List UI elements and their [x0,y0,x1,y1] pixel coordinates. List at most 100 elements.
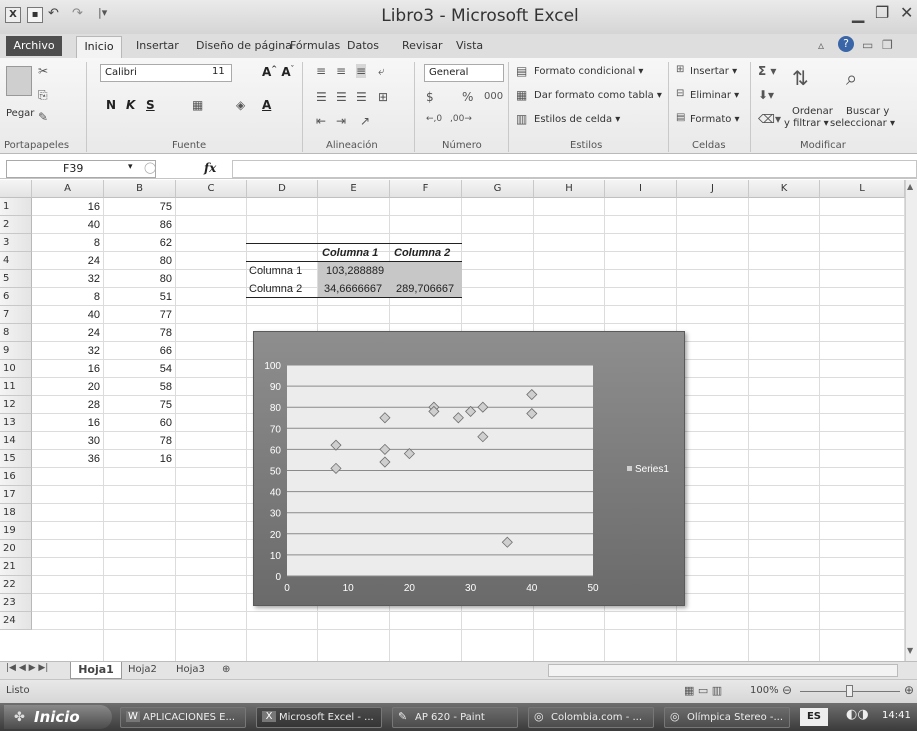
align-bottom-icon[interactable]: ≡ [356,64,367,78]
align-middle-icon[interactable]: ≡ [336,64,346,78]
help-icon[interactable]: ? [838,36,854,52]
row-header[interactable]: 6 [0,288,32,306]
column-header-f[interactable]: F [390,180,462,198]
formula-input[interactable] [232,160,917,178]
clear-icon[interactable]: ⌫▾ [758,112,781,126]
table-cell[interactable]: 77 [104,306,176,324]
table-cell[interactable]: 80 [104,252,176,270]
cell-styles-button[interactable]: Estilos de celda ▾ [534,114,620,125]
scroll-down-icon[interactable]: ▼ [907,646,913,655]
italic-button[interactable]: K [126,98,135,112]
row-header[interactable]: 20 [0,540,32,558]
zoom-out-icon[interactable]: ⊖ [782,683,792,697]
row-header[interactable]: 15 [0,450,32,468]
sheet-tab-hoja3[interactable]: Hoja3 [176,662,205,679]
wrap-text-icon[interactable]: ⤶ [378,64,385,79]
customize-icon[interactable]: |▾ [98,6,107,19]
close-icon[interactable]: ✕ [900,3,913,22]
percent-icon[interactable]: % [462,90,473,104]
cov-row2-f[interactable]: 289,706667 [396,280,454,298]
find-label[interactable]: Buscar y [846,106,889,117]
save-icon[interactable]: ▪ [27,7,43,23]
tab-revisar[interactable]: Revisar [402,39,442,52]
cut-icon[interactable]: ✂ [38,64,48,78]
row-header[interactable]: 4 [0,252,32,270]
tab-diseno-pagina[interactable]: Diseño de página [196,39,292,52]
horizontal-scrollbar[interactable] [548,664,898,677]
new-sheet-icon[interactable]: ⊕ [222,662,230,679]
table-cell[interactable]: 40 [32,306,104,324]
zoom-level[interactable]: 100% [750,685,779,696]
decrease-decimal-icon[interactable]: ,00→ [450,114,472,124]
increase-indent-icon[interactable]: ⇥ [336,114,346,128]
table-cell[interactable]: 62 [104,234,176,252]
row-header[interactable]: 8 [0,324,32,342]
cov-header-2[interactable]: Columna 2 [394,244,450,262]
decrease-indent-icon[interactable]: ⇤ [316,114,326,128]
row-header[interactable]: 13 [0,414,32,432]
vertical-scrollbar[interactable]: ▲ ▼ [905,180,917,661]
table-cell[interactable]: 58 [104,378,176,396]
table-cell[interactable]: 75 [104,198,176,216]
tab-formulas[interactable]: Fórmulas [290,39,340,52]
format-painter-icon[interactable]: ✎ [38,110,48,124]
table-cell[interactable]: 51 [104,288,176,306]
restore-icon[interactable]: ❐ [875,3,889,22]
grow-font-icon[interactable]: A^ Aˇ [262,65,294,79]
row-header[interactable]: 21 [0,558,32,576]
zoom-in-icon[interactable]: ⊕ [904,683,914,697]
tab-insertar[interactable]: Insertar [136,39,179,52]
table-cell[interactable]: 78 [104,432,176,450]
row-header[interactable]: 19 [0,522,32,540]
table-cell[interactable]: 32 [32,270,104,288]
column-header-l[interactable]: L [820,180,905,198]
row-header[interactable]: 24 [0,612,32,630]
tab-vista[interactable]: Vista [456,39,483,52]
column-header-g[interactable]: G [462,180,534,198]
cancel-icon[interactable]: ◯ [144,161,156,174]
sheet-nav-icon[interactable]: |◀ ◀ ▶ ▶| [6,663,48,673]
thousands-icon[interactable]: 000 [484,91,503,102]
name-box[interactable]: F39 [6,160,156,178]
merge-icon[interactable]: ⊞ [378,90,388,104]
scroll-up-icon[interactable]: ▲ [907,182,913,191]
table-cell[interactable]: 16 [104,450,176,468]
table-cell[interactable]: 8 [32,288,104,306]
table-cell[interactable]: 36 [32,450,104,468]
sheet-tab-hoja2[interactable]: Hoja2 [128,662,157,679]
select-all[interactable] [0,180,32,198]
language-indicator[interactable]: ES [800,708,828,726]
align-right-icon[interactable]: ☰ [356,90,367,104]
underline-button[interactable]: S [146,98,155,112]
redo-icon[interactable]: ↷ [72,6,83,21]
row-header[interactable]: 23 [0,594,32,612]
table-cell[interactable]: 8 [32,234,104,252]
row-header[interactable]: 7 [0,306,32,324]
table-cell[interactable]: 78 [104,324,176,342]
table-cell[interactable]: 75 [104,396,176,414]
table-cell[interactable]: 24 [32,324,104,342]
table-cell[interactable]: 28 [32,396,104,414]
sort-label-2[interactable]: y filtrar ▾ [784,118,829,129]
doc-restore-icon[interactable]: ❐ [882,38,893,52]
sheet-tab-hoja1[interactable]: Hoja1 [70,662,122,679]
align-left-icon[interactable]: ☰ [316,90,327,104]
doc-minimize-icon[interactable]: ▭ [862,38,873,52]
excel-icon[interactable]: X [5,7,21,23]
zoom-slider-thumb[interactable] [846,685,853,697]
task-browser-olimpica[interactable]: Olímpica Stereo -... [664,707,790,728]
row-header[interactable]: 11 [0,378,32,396]
row-header[interactable]: 10 [0,360,32,378]
table-cell[interactable]: 32 [32,342,104,360]
scatter-chart[interactable]: 0 10 20 30 40 50 60 70 80 90 100 0 10 20 30 40 50 Series1 [253,331,685,606]
table-cell[interactable]: 54 [104,360,176,378]
align-center-icon[interactable]: ☰ [336,90,347,104]
table-cell[interactable]: 20 [32,378,104,396]
column-header-i[interactable]: I [605,180,677,198]
table-cell[interactable]: 80 [104,270,176,288]
row-header[interactable]: 3 [0,234,32,252]
table-cell[interactable]: 66 [104,342,176,360]
delete-button[interactable]: Eliminar ▾ [690,90,739,101]
ribbon-minimize-icon[interactable]: ▵ [818,38,824,52]
tray-icons[interactable]: ◐◑ [846,707,869,722]
